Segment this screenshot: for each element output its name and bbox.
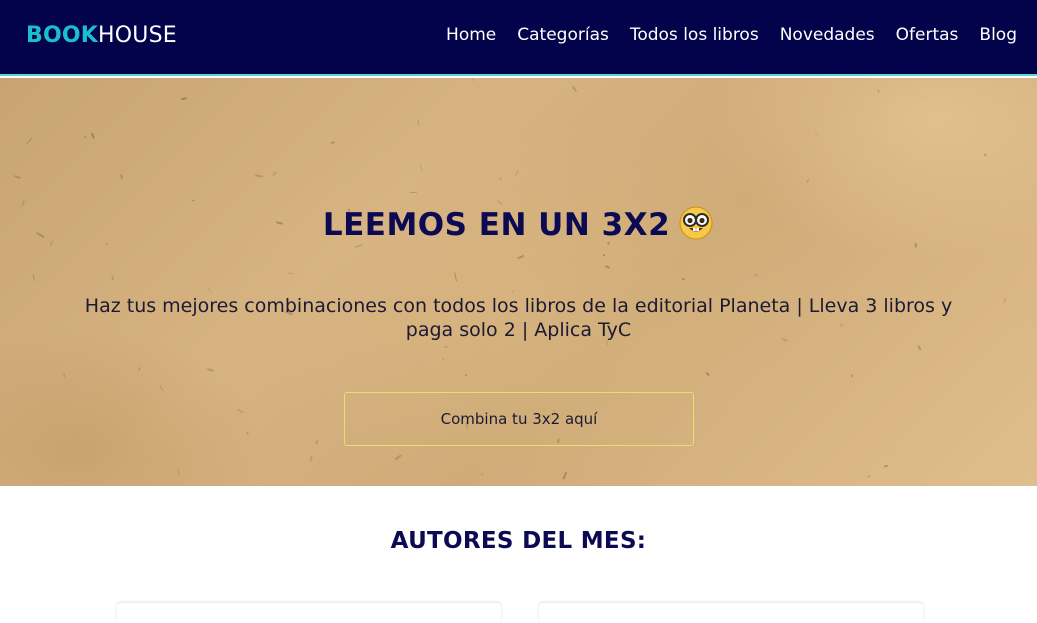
brand-logo-part2: HOUSE [98, 23, 177, 48]
paper-fiber [31, 273, 35, 282]
paper-fiber [814, 131, 818, 135]
paper-fiber [314, 440, 318, 445]
paper-fiber [464, 373, 468, 377]
paper-fiber [236, 408, 244, 415]
nav-link-todos-los-libros[interactable]: Todos los libros [630, 25, 759, 45]
paper-fiber [472, 79, 475, 82]
paper-fiber [330, 141, 335, 144]
hero-title: LEEMOS EN UN 3X2 [0, 205, 1037, 243]
paper-fiber [454, 272, 458, 282]
paper-fiber [111, 274, 115, 281]
paper-fiber [876, 89, 880, 93]
paper-fiber [13, 174, 21, 180]
hero-banner: LEEMOS EN UN 3X2 Haz tus mejores combina… [0, 78, 1037, 486]
paper-fiber [572, 85, 578, 93]
paper-fiber [1002, 298, 1007, 304]
paper-fiber [419, 163, 424, 172]
paper-fiber [514, 169, 519, 176]
paper-fiber [255, 174, 264, 178]
paper-fiber [409, 191, 417, 193]
paper-fiber [511, 290, 514, 293]
paper-fiber [138, 366, 141, 370]
paper-fiber [272, 171, 277, 176]
paper-fiber [604, 264, 611, 269]
paper-fiber [159, 384, 164, 391]
nav-link-novedades[interactable]: Novedades [780, 25, 875, 45]
paper-fiber [181, 97, 188, 101]
paper-fiber [851, 374, 854, 378]
nav-menu: Home Categorías Todos los libros Novedad… [446, 25, 1017, 45]
paper-fiber [918, 344, 922, 351]
nav-link-home[interactable]: Home [446, 25, 496, 45]
paper-fiber [393, 454, 402, 461]
paper-fiber [309, 455, 313, 462]
paper-fiber [754, 273, 759, 278]
paper-fiber [354, 243, 363, 248]
brand-logo[interactable]: BOOKHOUSE [26, 23, 177, 48]
paper-fiber [90, 132, 95, 139]
paper-fiber [681, 277, 685, 281]
paper-fiber [245, 431, 249, 435]
paper-fiber [207, 368, 216, 373]
paper-fiber [63, 372, 66, 378]
combine-3x2-button[interactable]: Combina tu 3x2 aquí [344, 392, 694, 446]
paper-fiber [562, 471, 568, 480]
paper-fiber [866, 475, 871, 478]
paper-fiber [706, 371, 710, 376]
paper-fiber [207, 286, 212, 293]
authors-section-title: AUTORES DEL MES: [390, 528, 647, 554]
paper-fiber [26, 136, 33, 145]
nav-link-categorias[interactable]: Categorías [517, 25, 609, 45]
author-card[interactable] [539, 603, 923, 623]
paper-fiber [441, 357, 445, 361]
paper-fiber [83, 135, 87, 138]
paper-fiber [177, 469, 181, 477]
paper-fiber [191, 199, 195, 201]
paper-fiber [913, 242, 917, 249]
paper-fiber [805, 178, 809, 184]
author-card[interactable] [117, 603, 501, 623]
top-navbar: BOOKHOUSE Home Categorías Todos los libr… [0, 0, 1037, 76]
paper-fiber [480, 473, 484, 477]
paper-fiber [517, 254, 525, 260]
paper-fiber [417, 118, 420, 126]
nav-link-blog[interactable]: Blog [979, 25, 1017, 45]
hero-title-text: LEEMOS EN UN 3X2 [322, 207, 671, 243]
paper-fiber [445, 346, 449, 348]
hero-description: Haz tus mejores combinaciones con todos … [84, 295, 953, 341]
paper-fiber [287, 272, 294, 275]
paper-fiber [603, 254, 606, 257]
paper-fiber [120, 173, 124, 180]
paper-fiber [497, 199, 503, 205]
paper-fiber [499, 177, 502, 181]
brand-logo-part1: BOOK [26, 23, 99, 48]
paper-fiber [984, 152, 987, 157]
nav-link-ofertas[interactable]: Ofertas [896, 25, 959, 45]
paper-fiber [883, 464, 889, 468]
nerd-face-icon [679, 206, 713, 240]
